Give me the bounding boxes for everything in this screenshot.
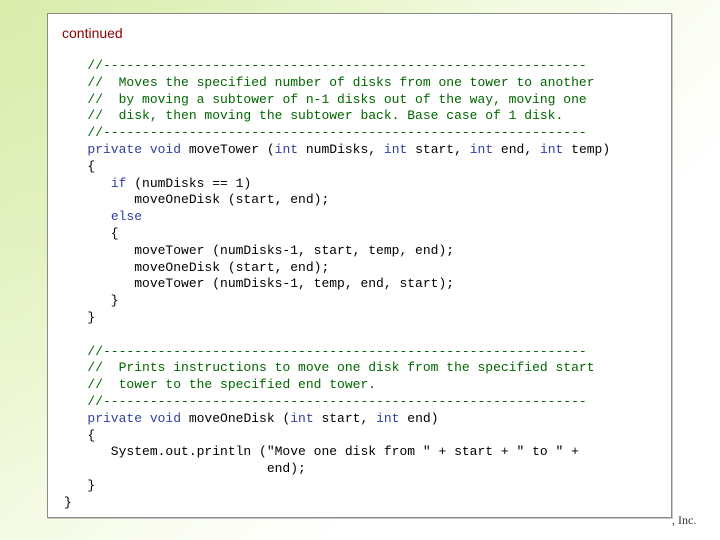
code-line: { (64, 428, 610, 445)
code-line: // tower to the specified end tower. (64, 377, 610, 394)
code-text: { (64, 225, 119, 241)
code-text: moveOneDisk (start, end); (64, 192, 330, 208)
code-line: moveTower (numDisks-1, temp, end, start)… (64, 276, 610, 293)
code-line: moveOneDisk (start, end); (64, 260, 610, 277)
code-line: private void moveTower (int numDisks, in… (64, 142, 610, 159)
code-text: moveTower ( (181, 141, 275, 157)
code-line: private void moveOneDisk (int start, int… (64, 411, 610, 428)
code-line: //--------------------------------------… (64, 344, 610, 361)
code-text: numDisks, (298, 141, 384, 157)
code-line: } (64, 495, 610, 512)
code-text: end); (64, 461, 306, 477)
continued-label: continued (62, 25, 123, 41)
code-keyword: int (274, 141, 299, 157)
code-keyword: int (383, 141, 408, 157)
code-comment: // by moving a subtower of n-1 disks out… (87, 91, 587, 107)
code-text: } (64, 309, 96, 325)
code-line: System.out.println ("Move one disk from … (64, 444, 610, 461)
code-text: } (64, 477, 96, 493)
code-text: end) (399, 410, 439, 426)
code-keyword: int (290, 410, 314, 426)
code-keyword: private void (87, 141, 182, 157)
code-comment: // disk, then moving the subtower back. … (87, 108, 564, 124)
code-line: // Prints instructions to move one disk … (64, 360, 610, 377)
code-line: //--------------------------------------… (64, 394, 610, 411)
code-line: // by moving a subtower of n-1 disks out… (64, 92, 610, 109)
code-text: moveOneDisk (start, end); (64, 259, 330, 275)
code-keyword: if (110, 175, 127, 191)
code-comment: //--------------------------------------… (87, 393, 587, 409)
code-line: // disk, then moving the subtower back. … (64, 108, 610, 125)
code-line: //--------------------------------------… (64, 125, 610, 142)
code-text: } (64, 494, 72, 510)
code-text: start, (407, 141, 470, 157)
code-keyword: else (110, 209, 143, 225)
code-line: { (64, 226, 610, 243)
code-comment: // Moves the specified number of disks f… (87, 74, 595, 90)
code-line: { (64, 159, 610, 176)
code-comment: //--------------------------------------… (87, 125, 587, 141)
code-text: moveOneDisk ( (181, 410, 291, 426)
code-keyword: private void (87, 410, 182, 426)
code-line: end); (64, 461, 610, 478)
copyright-fragment: , Inc. (672, 513, 697, 527)
code-text: System.out.println ("Move one disk from … (64, 444, 579, 460)
code-listing: //--------------------------------------… (64, 58, 610, 512)
code-comment: //--------------------------------------… (87, 343, 587, 359)
code-comment: // tower to the specified end tower. (87, 377, 377, 393)
code-text: { (64, 427, 96, 443)
code-text: } (64, 293, 119, 309)
code-line: else (64, 209, 610, 226)
code-comment: //--------------------------------------… (87, 58, 587, 73)
code-keyword: int (376, 410, 400, 426)
code-line: moveTower (numDisks-1, start, temp, end)… (64, 243, 610, 260)
code-line: moveOneDisk (start, end); (64, 192, 610, 209)
code-comment: // Prints instructions to move one disk … (87, 360, 595, 376)
code-keyword: int (539, 141, 564, 157)
code-keyword: int (469, 141, 494, 157)
code-text: moveTower (numDisks-1, start, temp, end)… (64, 242, 455, 258)
code-line: //--------------------------------------… (64, 58, 610, 75)
code-text: { (64, 158, 96, 174)
code-text: start, (313, 410, 377, 426)
code-text: end, (493, 141, 540, 157)
code-line: } (64, 293, 610, 310)
code-line: } (64, 310, 610, 327)
code-text: (numDisks == 1) (126, 175, 252, 191)
code-text: temp) (563, 141, 611, 157)
code-text: moveTower (numDisks-1, temp, end, start)… (64, 276, 455, 292)
code-line: // Moves the specified number of disks f… (64, 75, 610, 92)
code-line: } (64, 478, 610, 495)
code-line: if (numDisks == 1) (64, 176, 610, 193)
